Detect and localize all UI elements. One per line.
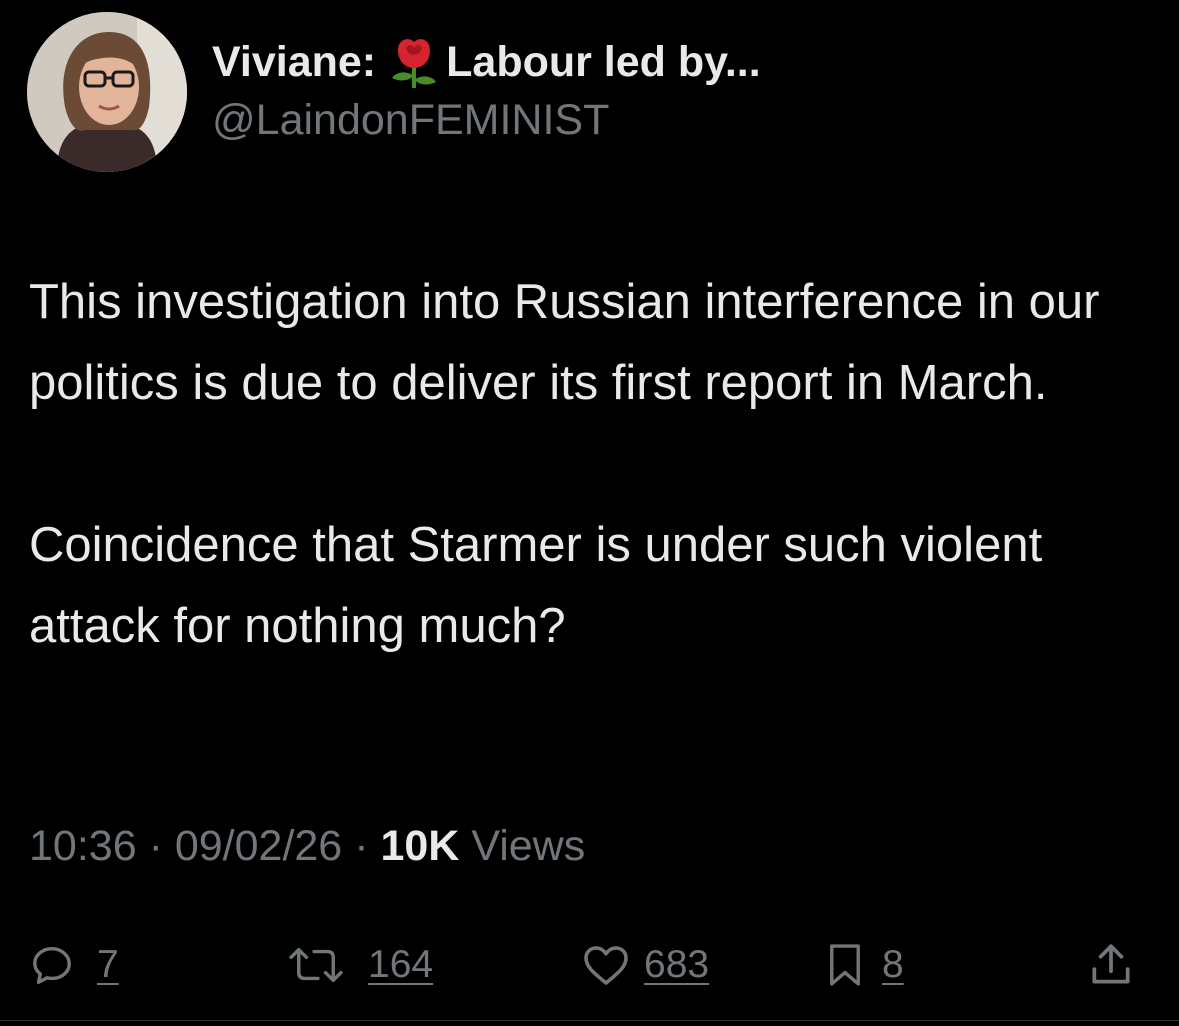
divider — [0, 1020, 1179, 1021]
meta-separator: · — [354, 822, 369, 870]
reply-count: 7 — [97, 943, 119, 986]
share-button[interactable] — [1086, 930, 1136, 1000]
share-upload-icon — [1092, 944, 1130, 984]
tweet-time[interactable]: 10:36 — [29, 822, 137, 870]
reply-button[interactable]: 7 — [29, 930, 119, 1000]
tweet-body: This investigation into Russian interfer… — [29, 262, 1149, 667]
bookmark-button[interactable]: 8 — [828, 930, 904, 1000]
reply-bubble-icon — [33, 946, 71, 984]
repost-arrows-icon — [289, 947, 343, 983]
like-button[interactable]: 683 — [582, 930, 709, 1000]
tweet-paragraph: This investigation into Russian interfer… — [29, 275, 1100, 410]
avatar[interactable] — [27, 12, 187, 172]
avatar-image — [27, 12, 187, 172]
rose-emoji-icon — [386, 36, 442, 88]
author-display-name[interactable]: Viviane: Labour led by... — [212, 36, 761, 88]
author-name-suffix: Labour led by... — [446, 37, 761, 86]
meta-separator: · — [148, 822, 163, 870]
action-bar: 7 164 683 8 — [0, 930, 1179, 1000]
repost-count: 164 — [368, 943, 434, 986]
bookmark-icon — [830, 944, 860, 986]
author-handle[interactable]: @LaindonFEMINIST — [212, 96, 609, 145]
bookmark-count: 8 — [882, 943, 904, 986]
tweet-meta: 10:36 · 09/02/26 · 10K Views — [29, 822, 585, 871]
repost-button[interactable]: 164 — [286, 930, 433, 1000]
tweet: Viviane: Labour led by... @LaindonFEMINI… — [0, 0, 1179, 1026]
views-label: Views — [471, 822, 586, 870]
author-name-prefix: Viviane: — [212, 37, 377, 86]
heart-icon — [584, 946, 628, 985]
tweet-paragraph: Coincidence that Starmer is under such v… — [29, 518, 1043, 653]
like-count: 683 — [644, 943, 710, 986]
tweet-date[interactable]: 09/02/26 — [175, 822, 342, 870]
views-count: 10K — [380, 822, 460, 870]
